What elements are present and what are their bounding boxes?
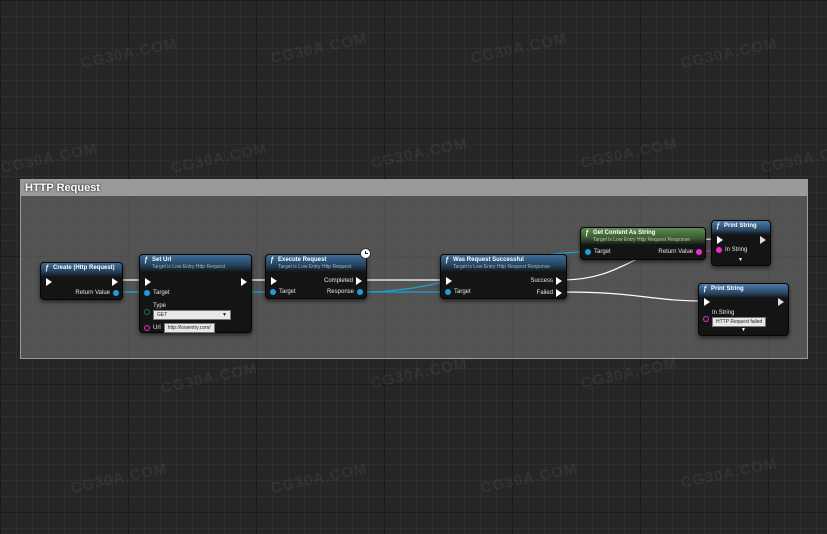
node-print-string[interactable]: ƒ Print String In String HTTP Request fa… [698, 283, 789, 336]
watermark: CG30A.COM [69, 459, 169, 498]
watermark: CG30A.COM [169, 139, 269, 178]
node-subtitle: Target is Low Entry Http Request [152, 264, 226, 270]
watermark: CG30A.COM [759, 139, 827, 178]
url-input[interactable]: http://lowentry.com/ [163, 323, 215, 333]
pin-label: Completed [323, 278, 353, 284]
chevron-down-icon[interactable]: ▼ [738, 257, 743, 263]
function-icon: ƒ [144, 257, 148, 264]
node-title: Was Request Successful [453, 257, 524, 263]
return-value-pin[interactable]: Return Value [75, 290, 119, 296]
watermark: CG30A.COM [79, 34, 179, 73]
in-string-input[interactable]: HTTP Request failed [712, 317, 767, 327]
clock-icon [360, 248, 371, 259]
function-icon: ƒ [716, 223, 720, 230]
exec-in-pin[interactable] [704, 298, 710, 306]
node-header: ƒ Print String [699, 284, 788, 298]
function-icon: ƒ [270, 257, 274, 264]
node-subtitle: Target is Low Entry Http Request Respons… [593, 237, 690, 243]
exec-in-pin[interactable] [145, 278, 151, 286]
node-header: ƒ Was Request Successful Target is Low E… [441, 255, 566, 272]
node-get-content-as-string[interactable]: ƒ Get Content As String Target is Low En… [580, 227, 706, 260]
watermark: CG30A.COM [679, 34, 779, 73]
pin-label: Target [279, 289, 296, 295]
function-icon: ƒ [703, 286, 707, 293]
watermark: CG30A.COM [369, 134, 469, 173]
type-select[interactable]: GET ▼ [153, 310, 231, 320]
exec-in-pin[interactable] [46, 278, 52, 286]
node-header: ƒ Set Url Target is Low Entry Http Reque… [140, 255, 251, 272]
watermark: CG30A.COM [269, 459, 369, 498]
watermark: CG30A.COM [579, 354, 679, 393]
node-set-url[interactable]: ƒ Set Url Target is Low Entry Http Reque… [139, 254, 252, 333]
completed-pin[interactable]: Completed [324, 277, 362, 285]
failed-pin[interactable]: Failed [537, 289, 562, 297]
watermark: CG30A.COM [479, 459, 579, 498]
watermark: CG30A.COM [369, 354, 469, 393]
comment-title[interactable]: HTTP Request [21, 180, 807, 196]
chevron-down-icon[interactable]: ▼ [741, 327, 746, 333]
pin-label: Target [594, 249, 611, 255]
node-title: Print String [711, 286, 744, 292]
pin-label: Target [153, 290, 170, 296]
pin-label: Url [153, 325, 161, 331]
watermark: CG30A.COM [0, 139, 99, 178]
node-header: ƒ Create (Http Request) [41, 263, 122, 277]
node-print-string[interactable]: ƒ Print String In String ▼ [711, 220, 771, 266]
watermark: CG30A.COM [269, 29, 369, 68]
node-subtitle: Target is Low Entry Http Request [278, 264, 352, 270]
exec-in-pin[interactable] [717, 236, 723, 244]
node-create-http-request[interactable]: ƒ Create (Http Request) Return Value [40, 262, 123, 300]
node-title: Execute Request [278, 257, 327, 263]
function-icon: ƒ [445, 257, 449, 264]
node-subtitle: Target is Low Entry Http Request Respons… [453, 264, 550, 270]
exec-in-pin[interactable] [446, 277, 452, 285]
node-header: ƒ Execute Request Target is Low Entry Ht… [266, 255, 366, 272]
watermark: CG30A.COM [679, 454, 779, 493]
success-pin[interactable]: Success [530, 277, 562, 285]
watermark: CG30A.COM [579, 134, 679, 173]
type-pin[interactable]: Type GET ▼ [144, 303, 231, 320]
pin-label: Target [454, 289, 471, 295]
select-value: GET [157, 312, 168, 318]
chevron-down-icon: ▼ [222, 312, 227, 318]
in-string-pin[interactable]: In String [716, 247, 747, 253]
return-value-pin[interactable]: Return Value [658, 249, 702, 255]
exec-out-pin[interactable] [778, 298, 784, 306]
in-string-pin[interactable]: In String HTTP Request failed [703, 310, 767, 327]
pin-label: Return Value [75, 290, 110, 296]
watermark: CG30A.COM [469, 29, 569, 68]
exec-out-pin[interactable] [112, 278, 118, 286]
node-title: Create (Http Request) [53, 265, 115, 271]
exec-out-pin[interactable] [241, 278, 247, 286]
node-header: ƒ Get Content As String Target is Low En… [581, 228, 705, 245]
node-title: Set Url [152, 257, 172, 263]
pin-label: Response [326, 289, 354, 295]
node-execute-request[interactable]: ƒ Execute Request Target is Low Entry Ht… [265, 248, 371, 299]
function-icon: ƒ [45, 265, 49, 272]
target-pin[interactable]: Target [585, 249, 611, 255]
pin-label: Return Value [658, 249, 693, 255]
target-pin[interactable]: Target [144, 290, 170, 296]
target-pin[interactable]: Target [445, 289, 471, 295]
pin-label: Success [530, 278, 553, 284]
node-header: ƒ Print String [712, 221, 770, 235]
target-pin[interactable]: Target [270, 289, 296, 295]
watermark: CG30A.COM [159, 359, 259, 398]
function-icon: ƒ [585, 230, 589, 237]
pin-label: Type [153, 303, 167, 309]
pin-label: In String [725, 247, 748, 253]
node-title: Get Content As String [593, 230, 656, 236]
exec-out-pin[interactable] [760, 236, 766, 244]
node-title: Print String [724, 223, 757, 229]
url-pin[interactable]: Url http://lowentry.com/ [144, 323, 215, 333]
pin-label: Failed [536, 290, 553, 296]
exec-in-pin[interactable] [271, 277, 277, 285]
pin-label: In String [712, 310, 735, 316]
response-pin[interactable]: Response [327, 289, 363, 295]
node-was-request-successful[interactable]: ƒ Was Request Successful Target is Low E… [440, 254, 567, 299]
